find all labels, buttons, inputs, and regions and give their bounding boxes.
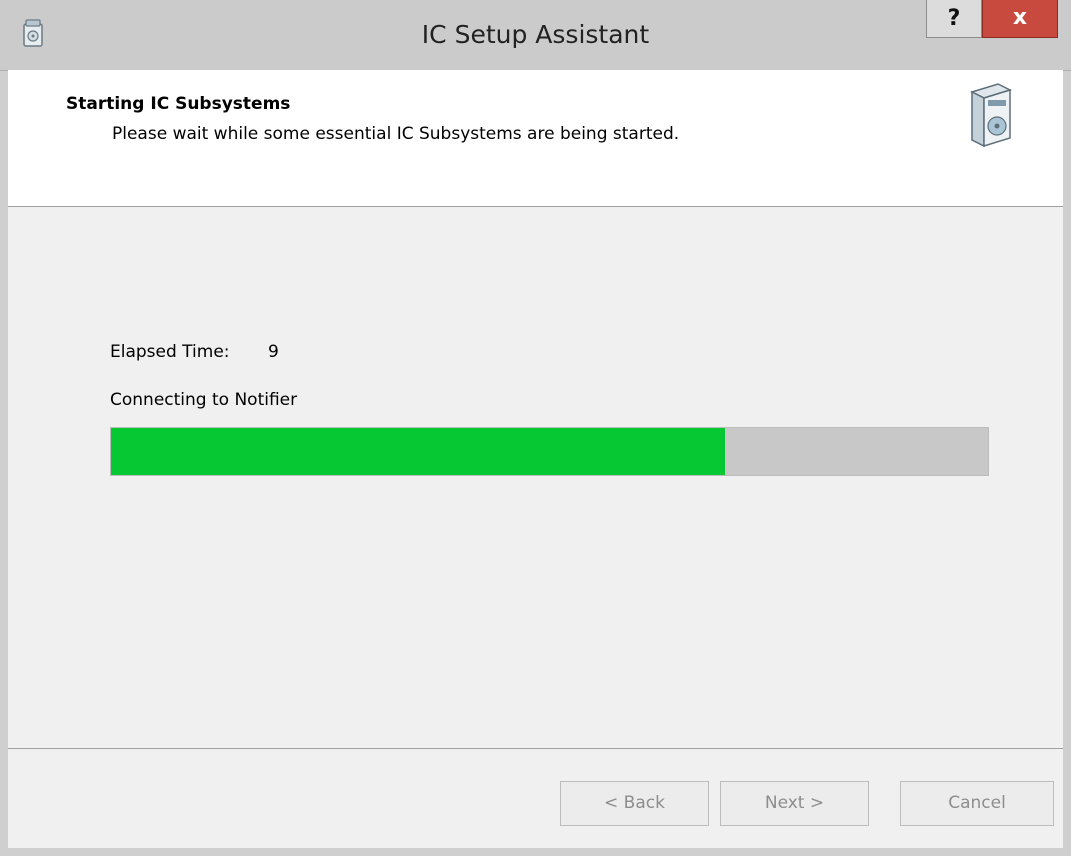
page-subtitle: Please wait while some essential IC Subs… [112, 124, 680, 144]
next-button[interactable]: Next > [720, 781, 869, 826]
wizard-body: Starting IC Subsystems Please wait while… [8, 70, 1063, 848]
status-message: Connecting to Notifier [110, 390, 298, 410]
cancel-button[interactable]: Cancel [900, 781, 1054, 826]
progress-fill [111, 428, 725, 475]
elapsed-time-value: 9 [268, 342, 279, 362]
elapsed-time-label: Elapsed Time: [110, 342, 230, 362]
progress-bar [110, 427, 989, 476]
setup-window: IC Setup Assistant ? x Starting IC Subsy… [0, 0, 1071, 856]
window-title: IC Setup Assistant [421, 20, 650, 49]
wizard-header: Starting IC Subsystems Please wait while… [8, 70, 1063, 207]
help-button[interactable]: ? [926, 0, 982, 38]
close-button[interactable]: x [982, 0, 1058, 38]
back-button[interactable]: < Back [560, 781, 709, 826]
title-bar[interactable]: IC Setup Assistant ? x [0, 0, 1071, 71]
software-box-icon [969, 83, 1013, 148]
footer-divider [8, 748, 1063, 749]
page-title: Starting IC Subsystems [66, 94, 291, 114]
